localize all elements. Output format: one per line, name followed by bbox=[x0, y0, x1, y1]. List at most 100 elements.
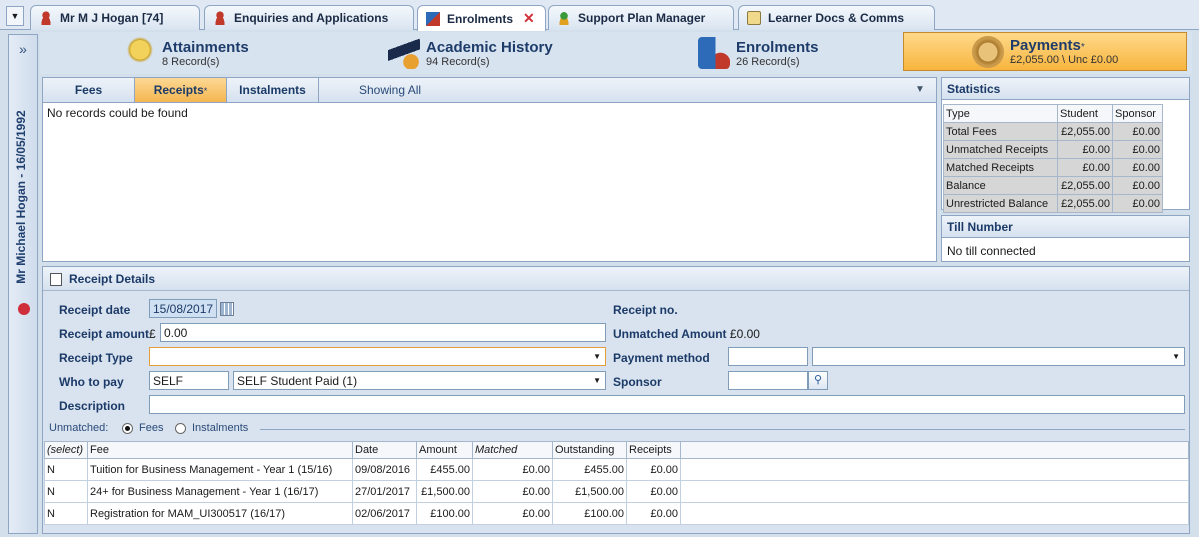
outstanding-cell: £1,500.00 bbox=[552, 480, 627, 503]
who-to-pay-label: Who to pay bbox=[59, 375, 124, 389]
unmatched-amount-value: £0.00 bbox=[729, 327, 760, 341]
fee-cell: Registration for MAM_UI300517 (16/17) bbox=[87, 502, 353, 525]
enrolments-count: 26 Record(s) bbox=[736, 55, 800, 68]
tab-fees[interactable]: Fees bbox=[43, 78, 135, 102]
stat-student: £2,055.00 bbox=[1057, 122, 1113, 141]
enrolments-summary[interactable]: Enrolments 26 Record(s) bbox=[698, 32, 819, 74]
chevron-down-icon: ▼ bbox=[593, 352, 601, 361]
filter-status[interactable]: Showing All bbox=[359, 78, 421, 102]
tab-label: Receipts bbox=[153, 83, 204, 97]
unmatched-label: Unmatched: bbox=[49, 422, 109, 434]
tab-label: Learner Docs & Comms bbox=[768, 11, 905, 25]
calendar-icon[interactable] bbox=[220, 302, 234, 316]
column-header[interactable]: Amount bbox=[416, 441, 473, 459]
table-row[interactable]: N Tuition for Business Management - Year… bbox=[44, 458, 1189, 481]
outstanding-cell: £100.00 bbox=[552, 502, 627, 525]
learner-side-rail: » Mr Michael Hogan - 16/05/1992 bbox=[8, 34, 38, 534]
person-icon bbox=[213, 11, 227, 25]
unmatched-amount: Unmatched Amount £0.00 bbox=[613, 327, 760, 341]
statistics-title: Statistics bbox=[942, 78, 1189, 100]
instalments-radio[interactable] bbox=[175, 423, 186, 434]
tab-instalments[interactable]: Instalments bbox=[227, 78, 319, 102]
medal-icon bbox=[124, 37, 156, 69]
fees-radio-label[interactable]: Fees bbox=[139, 422, 163, 434]
alert-icon[interactable] bbox=[18, 303, 30, 315]
academic-history-summary[interactable]: Academic History 94 Record(s) bbox=[388, 32, 553, 74]
instalments-radio-label[interactable]: Instalments bbox=[192, 422, 248, 434]
fees-grid: (select) Fee Date Amount Matched Outstan… bbox=[44, 441, 1189, 525]
fees-radio[interactable] bbox=[122, 423, 133, 434]
column-header[interactable]: Matched bbox=[472, 441, 553, 459]
column-header[interactable]: (select) bbox=[44, 441, 88, 459]
tab-learner[interactable]: Mr M J Hogan [74] bbox=[30, 5, 200, 30]
receipt-date-input[interactable]: 15/08/2017 bbox=[149, 299, 217, 318]
stat-sponsor: £0.00 bbox=[1112, 140, 1163, 159]
tab-enquiries[interactable]: Enquiries and Applications bbox=[204, 5, 414, 30]
receipt-amount-input[interactable]: 0.00 bbox=[160, 323, 606, 342]
filler-cell bbox=[680, 502, 1189, 525]
stat-sponsor: £0.00 bbox=[1112, 122, 1163, 141]
payments-summary[interactable]: Payments* £2,055.00 \ Unc £0.00 bbox=[903, 32, 1187, 71]
column-header-filler bbox=[680, 441, 1189, 459]
tab-learner-docs[interactable]: Learner Docs & Comms bbox=[738, 5, 935, 30]
select-cell[interactable]: N bbox=[44, 458, 88, 481]
amount-cell: £1,500.00 bbox=[416, 480, 473, 503]
column-header: Type bbox=[943, 104, 1058, 123]
who-to-pay-select[interactable]: SELF Student Paid (1) ▼ bbox=[233, 371, 606, 390]
chevron-down-icon: ▼ bbox=[593, 376, 601, 385]
select-cell[interactable]: N bbox=[44, 480, 88, 503]
column-header[interactable]: Receipts bbox=[626, 441, 681, 459]
receipt-details-panel: Receipt Details Receipt date 15/08/2017 … bbox=[42, 266, 1190, 534]
stat-type: Balance bbox=[943, 176, 1058, 195]
support-plan-icon bbox=[557, 11, 571, 25]
tab-list-dropdown[interactable]: ▼ bbox=[6, 6, 24, 26]
matched-cell[interactable]: £0.00 bbox=[472, 458, 553, 481]
column-header[interactable]: Date bbox=[352, 441, 417, 459]
who-to-pay-value: SELF Student Paid (1) bbox=[237, 374, 358, 388]
learner-name-vertical: Mr Michael Hogan - 16/05/1992 bbox=[14, 110, 28, 284]
tab-label: Enquiries and Applications bbox=[234, 11, 389, 25]
column-header[interactable]: Fee bbox=[87, 441, 353, 459]
collapse-chevron-icon[interactable]: ▼ bbox=[915, 78, 925, 102]
column-header[interactable]: Outstanding bbox=[552, 441, 627, 459]
receipt-type-select[interactable]: ▼ bbox=[149, 347, 606, 366]
table-row[interactable]: N 24+ for Business Management - Year 1 (… bbox=[44, 480, 1189, 503]
stat-student: £0.00 bbox=[1057, 140, 1113, 159]
matched-cell[interactable]: £0.00 bbox=[472, 480, 553, 503]
empty-message: No records could be found bbox=[47, 106, 188, 120]
close-icon[interactable]: ✕ bbox=[523, 10, 535, 27]
statistics-panel: Statistics Type Student Sponsor Total Fe… bbox=[941, 77, 1190, 213]
who-to-pay-code-input[interactable]: SELF bbox=[149, 371, 229, 390]
date-cell: 27/01/2017 bbox=[352, 480, 417, 503]
description-input[interactable] bbox=[149, 395, 1185, 414]
stat-sponsor: £0.00 bbox=[1112, 158, 1163, 177]
attainments-summary[interactable]: Attainments 8 Record(s) bbox=[124, 32, 249, 74]
receipt-type-label: Receipt Type bbox=[59, 351, 133, 365]
expand-chevron-icon[interactable]: » bbox=[9, 41, 37, 57]
tab-receipts[interactable]: Receipts* bbox=[135, 78, 227, 102]
table-row: Unmatched Receipts £0.00 £0.00 bbox=[943, 140, 1163, 159]
column-header: Sponsor bbox=[1112, 104, 1163, 123]
payment-method-code-input[interactable] bbox=[728, 347, 808, 366]
attainments-count: 8 Record(s) bbox=[162, 55, 220, 68]
till-title: Till Number bbox=[942, 216, 1189, 238]
academic-history-count: 94 Record(s) bbox=[426, 55, 490, 68]
table-row[interactable]: N Registration for MAM_UI300517 (16/17) … bbox=[44, 502, 1189, 525]
search-icon[interactable]: ⚲ bbox=[808, 371, 828, 390]
divider bbox=[260, 429, 1185, 430]
payment-method-label: Payment method bbox=[613, 351, 710, 365]
column-header: Student bbox=[1057, 104, 1113, 123]
select-cell[interactable]: N bbox=[44, 502, 88, 525]
matched-cell[interactable]: £0.00 bbox=[472, 502, 553, 525]
statistics-table: Type Student Sponsor Total Fees £2,055.00… bbox=[943, 104, 1163, 213]
sponsor-input[interactable] bbox=[728, 371, 808, 390]
tab-support-plan[interactable]: Support Plan Manager bbox=[548, 5, 734, 30]
fee-cell: Tuition for Business Management - Year 1… bbox=[87, 458, 353, 481]
tab-enrolments[interactable]: Enrolments ✕ bbox=[417, 5, 546, 31]
graduation-cap-icon bbox=[388, 37, 420, 69]
enrolments-title: Enrolments bbox=[736, 38, 819, 56]
receipts-cell: £0.00 bbox=[626, 480, 681, 503]
table-row: Total Fees £2,055.00 £0.00 bbox=[943, 122, 1163, 141]
unsaved-mark: * bbox=[203, 86, 208, 96]
payment-method-select[interactable]: ▼ bbox=[812, 347, 1185, 366]
